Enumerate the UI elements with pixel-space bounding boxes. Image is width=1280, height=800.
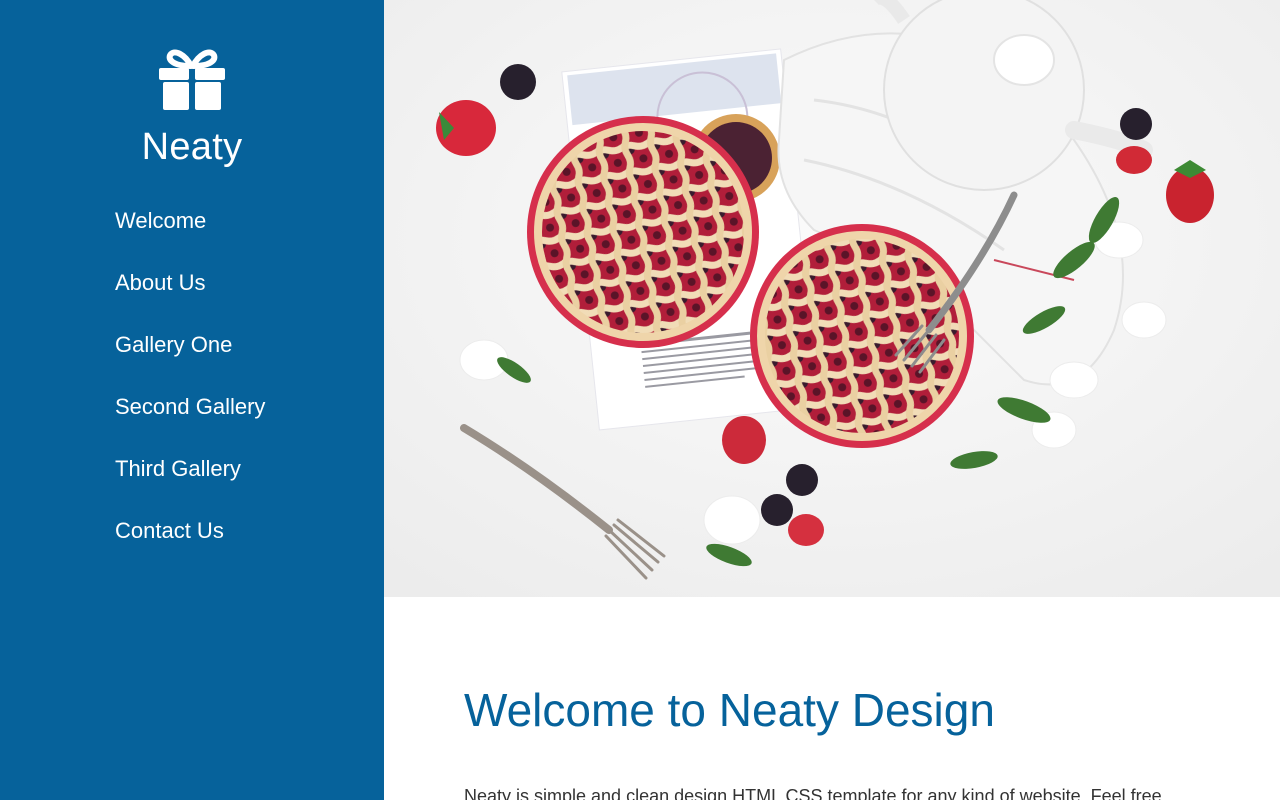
intro-text: Neaty is simple and clean design HTML CS…: [464, 786, 1162, 800]
gift-icon: [159, 49, 225, 110]
pie-left: [527, 116, 759, 348]
hero-illustration: [384, 0, 1280, 597]
sidebar-nav: Welcome About Us Gallery One Second Gall…: [115, 200, 265, 572]
nav-item-contact-us[interactable]: Contact Us: [115, 510, 265, 572]
main-content: Welcome to Neaty Design Neaty is simple …: [384, 0, 1280, 800]
nav-item-about-us[interactable]: About Us: [115, 262, 265, 324]
nav-item-third-gallery[interactable]: Third Gallery: [115, 448, 265, 510]
nav-item-welcome[interactable]: Welcome: [115, 200, 265, 262]
hero-image: [384, 0, 1280, 597]
page: Neaty Welcome About Us Gallery One Secon…: [0, 0, 1280, 800]
nav-item-second-gallery[interactable]: Second Gallery: [115, 386, 265, 448]
brand[interactable]: Neaty: [0, 48, 384, 170]
sidebar: Neaty Welcome About Us Gallery One Secon…: [0, 0, 384, 800]
welcome-section: Welcome to Neaty Design Neaty is simple …: [464, 680, 1244, 800]
page-title: Welcome to Neaty Design: [464, 684, 995, 736]
brand-name: Neaty: [141, 126, 243, 168]
pie-right: [750, 224, 974, 448]
nav-item-gallery-one[interactable]: Gallery One: [115, 324, 265, 386]
